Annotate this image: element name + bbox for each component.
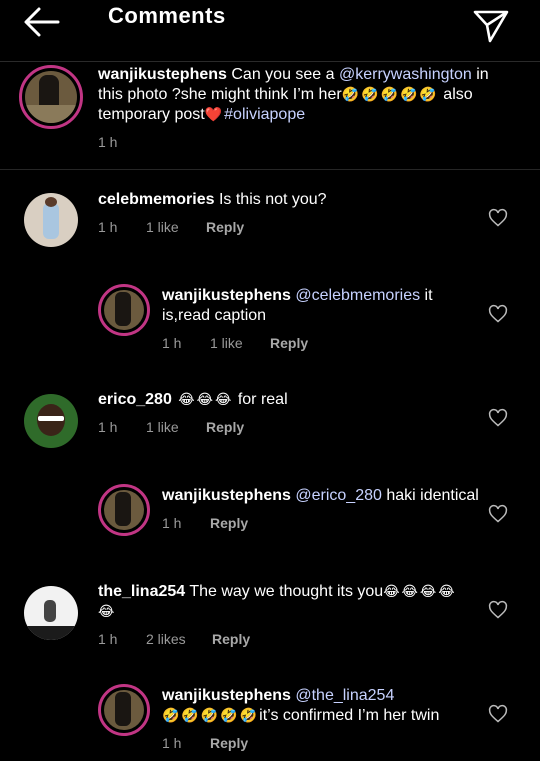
avatar[interactable] [98,484,150,536]
timestamp: 1 h [98,134,118,150]
emoji-group: 😂😂😂 [171,392,234,408]
post-caption: wanjikustephens Can you see a @kerrywash… [0,62,540,170]
reply-button[interactable]: Reply [212,631,250,647]
reply-button[interactable]: Reply [270,335,308,351]
like-count[interactable]: 1 like [146,419,206,435]
username[interactable]: wanjikustephens [162,287,291,304]
reply-meta: 1 h Reply [162,735,248,751]
username[interactable]: wanjikustephens [162,487,291,504]
reply-text: wanjikustephens @celebmemories it is,rea… [162,287,433,324]
reply-button[interactable]: Reply [210,515,248,531]
heart-icon[interactable] [488,504,508,524]
emoji-group: 🤣🤣🤣🤣🤣 [162,708,260,724]
like-count[interactable]: 2 likes [146,631,212,647]
mention-link[interactable]: @the_lina254 [291,687,394,704]
send-icon[interactable] [472,8,510,44]
caption-text: wanjikustephens Can you see a @kerrywash… [98,66,489,123]
timestamp: 1 h [98,631,118,647]
comment-text: celebmemories Is this not you? [98,191,327,208]
avatar[interactable] [24,586,78,640]
reply-meta: 1 h Reply [162,515,248,531]
heart-icon[interactable] [488,704,508,724]
username[interactable]: erico_280 [98,391,172,408]
comment-text: erico_280 😂😂😂 for real [98,391,288,408]
reply-button[interactable]: Reply [210,735,248,751]
avatar[interactable] [98,284,150,336]
timestamp: 1 h [98,219,118,235]
comment-meta: 1 h 2 likes Reply [98,631,250,647]
timestamp: 1 h [98,419,118,435]
avatar[interactable] [24,193,78,247]
reply-text: wanjikustephens @erico_280 haki identica… [162,487,479,504]
page-title: Comments [108,3,226,28]
emoji-group: 🤣🤣🤣🤣🤣 [341,87,439,103]
like-count[interactable]: 1 like [210,335,270,351]
comment-meta: 1 h 1 like Reply [98,419,244,435]
reply-button[interactable]: Reply [206,419,244,435]
timestamp: 1 h [162,735,182,751]
mention-link[interactable]: @erico_280 [291,487,382,504]
heart-icon[interactable] [488,304,508,324]
username[interactable]: wanjikustephens [162,687,291,704]
heart-icon[interactable] [488,408,508,428]
heart-icon[interactable] [488,600,508,620]
avatar[interactable] [24,394,78,448]
avatar[interactable] [98,684,150,736]
back-arrow-icon[interactable] [22,5,62,39]
timestamp: 1 h [162,335,182,351]
header-bar: Comments [0,0,540,62]
reply-meta: 1 h 1 like Reply [162,335,308,351]
comment-meta: 1 h 1 like Reply [98,219,244,235]
reply-button[interactable]: Reply [206,219,244,235]
avatar[interactable] [19,65,83,129]
reply-text: wanjikustephens @the_lina254 🤣🤣🤣🤣🤣it’s co… [162,687,440,724]
like-count[interactable]: 1 like [146,219,206,235]
timestamp: 1 h [162,515,182,531]
comment-text: the_lina254 The way we thought its you😂😂… [98,583,457,620]
hashtag-link[interactable]: #oliviapope [224,106,305,123]
username[interactable]: the_lina254 [98,583,185,600]
username[interactable]: celebmemories [98,191,215,208]
heart-emoji: ❤️ [204,107,225,123]
username[interactable]: wanjikustephens [98,66,227,83]
mention-link[interactable]: @celebmemories [291,287,420,304]
mention-link[interactable]: @kerrywashington [339,66,472,83]
caption-meta: 1 h [98,134,146,150]
heart-icon[interactable] [488,208,508,228]
